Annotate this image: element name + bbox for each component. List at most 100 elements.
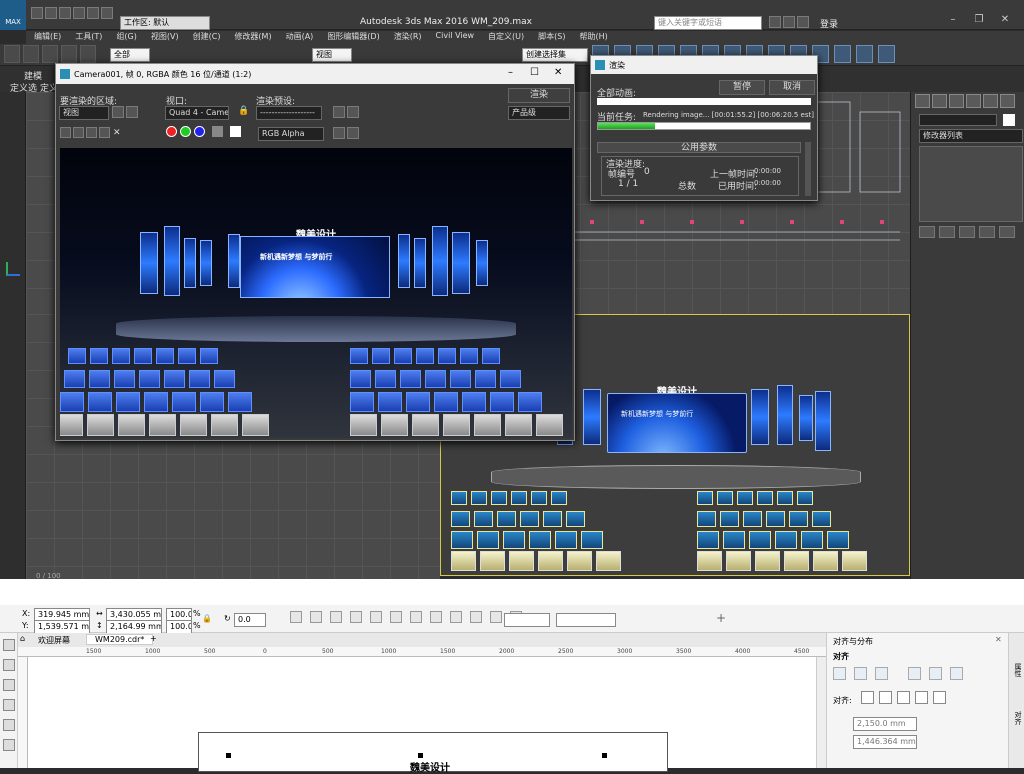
copy-image-icon[interactable] xyxy=(73,127,84,138)
menu-item[interactable]: 渲染(R) xyxy=(394,31,422,42)
cancel-button[interactable]: 取消 xyxy=(769,80,815,95)
selection-handle[interactable] xyxy=(226,753,231,758)
frame-minimize-icon[interactable]: – xyxy=(508,67,513,78)
render-button[interactable]: 渲染 xyxy=(508,88,570,103)
frame-close-icon[interactable]: ✕ xyxy=(554,67,562,78)
pause-button[interactable]: 暂停 xyxy=(719,80,765,95)
preset-select[interactable]: ------------------- xyxy=(256,106,322,120)
open-icon[interactable] xyxy=(45,7,57,19)
unique-icon[interactable] xyxy=(959,226,975,238)
minimize-icon[interactable]: – xyxy=(940,14,966,25)
angle-field[interactable]: 0.0 xyxy=(234,613,266,627)
clone-frame-icon[interactable] xyxy=(86,127,97,138)
dy-field[interactable]: 1,446.364 mm xyxy=(853,735,917,749)
bind-icon[interactable] xyxy=(80,45,96,63)
property-tool-icon[interactable] xyxy=(370,611,382,623)
menu-item[interactable]: 帮助(H) xyxy=(579,31,607,42)
workspace-select[interactable]: 工作区: 默认 xyxy=(120,16,210,30)
named-selection-set[interactable]: 创建选择集 xyxy=(522,48,588,62)
lock-ratio-icon[interactable]: 🔒 xyxy=(202,614,212,623)
dx-field[interactable]: 2,150.0 mm xyxy=(853,717,917,731)
new-icon[interactable] xyxy=(31,7,43,19)
remove-modifier-icon[interactable] xyxy=(979,226,995,238)
configure-icon[interactable] xyxy=(999,226,1015,238)
selection-handle[interactable] xyxy=(418,753,423,758)
red-channel-icon[interactable] xyxy=(166,126,177,137)
align-bottom-icon[interactable] xyxy=(950,667,963,680)
property-tool-icon[interactable] xyxy=(290,611,302,623)
viewport-select[interactable]: Quad 4 - Camera( xyxy=(165,106,229,120)
menu-item[interactable]: 视图(V) xyxy=(151,31,179,42)
property-tool-icon[interactable] xyxy=(490,611,502,623)
frame-maximize-icon[interactable]: ☐ xyxy=(530,67,539,78)
motion-tab-icon[interactable] xyxy=(966,94,981,108)
unlink-icon[interactable] xyxy=(61,45,77,63)
max-logo-button[interactable]: MAX xyxy=(0,0,26,30)
align-top-icon[interactable] xyxy=(908,667,921,680)
align-left-icon[interactable] xyxy=(833,667,846,680)
link-icon[interactable] xyxy=(42,45,58,63)
mono-icon[interactable] xyxy=(229,126,241,137)
menu-item[interactable]: 工具(T) xyxy=(75,31,102,42)
property-tool-icon[interactable] xyxy=(350,611,362,623)
page-center-icon[interactable] xyxy=(897,691,910,704)
y-field[interactable]: 1,539.571 mm xyxy=(34,620,90,634)
menu-item[interactable]: 脚本(S) xyxy=(538,31,565,42)
restore-icon[interactable]: ❐ xyxy=(966,14,992,25)
help-icon[interactable] xyxy=(797,16,809,28)
align-right-icon[interactable] xyxy=(875,667,888,680)
search-input[interactable]: 键入关键字或短语 xyxy=(654,16,762,30)
create-tab-icon[interactable] xyxy=(915,94,930,108)
environment-icon[interactable] xyxy=(347,106,359,118)
setup-icon[interactable] xyxy=(333,106,345,118)
clear-icon[interactable]: ✕ xyxy=(113,128,121,138)
modifier-list-select[interactable]: 修改器列表 xyxy=(919,129,1023,143)
menu-item[interactable]: 图形编辑器(D) xyxy=(327,31,379,42)
pick-tool-icon[interactable] xyxy=(3,639,15,651)
fit-icon[interactable] xyxy=(347,127,359,139)
green-channel-icon[interactable] xyxy=(179,126,191,137)
side-tab-align[interactable]: 对齐 xyxy=(1013,711,1023,725)
align-vcenter-icon[interactable] xyxy=(929,667,942,680)
toolbar-tool-icon[interactable] xyxy=(878,45,895,63)
grid-icon[interactable] xyxy=(915,691,928,704)
pin-stack-icon[interactable] xyxy=(919,226,935,238)
area-select[interactable]: 视图 xyxy=(59,106,109,120)
params-scrollbar[interactable] xyxy=(805,142,811,196)
specified-point-icon[interactable] xyxy=(933,691,946,704)
rectangle-tool-icon[interactable] xyxy=(3,739,15,751)
save-image-icon[interactable] xyxy=(60,127,71,138)
align-hcenter-icon[interactable] xyxy=(854,667,867,680)
lock-icon[interactable]: 🔒 xyxy=(238,106,249,116)
login-link[interactable]: 登录 xyxy=(820,17,838,30)
side-tab-properties[interactable]: 属性 xyxy=(1013,663,1023,677)
modify-tab-icon[interactable] xyxy=(932,94,947,108)
star-icon[interactable] xyxy=(783,16,795,28)
property-tool-icon[interactable] xyxy=(430,611,442,623)
blue-channel-icon[interactable] xyxy=(193,126,205,137)
object-color-swatch[interactable] xyxy=(1003,114,1015,126)
search-icon[interactable] xyxy=(769,16,781,28)
utilities-tab-icon[interactable] xyxy=(1000,94,1015,108)
save-icon[interactable] xyxy=(59,7,71,19)
property-tool-icon[interactable] xyxy=(330,611,342,623)
menu-item[interactable]: 组(G) xyxy=(116,31,136,42)
close-icon[interactable]: ✕ xyxy=(992,14,1018,25)
crop-tool-icon[interactable] xyxy=(3,679,15,691)
menu-item[interactable]: Civil View xyxy=(436,31,475,42)
auto-region-icon[interactable] xyxy=(126,106,138,118)
undo-icon[interactable] xyxy=(4,45,20,63)
docker-close-icon[interactable]: ✕ xyxy=(995,635,1002,644)
print-icon[interactable] xyxy=(99,127,110,138)
freehand-tool-icon[interactable] xyxy=(3,719,15,731)
toolbar-tool-icon[interactable] xyxy=(834,45,851,63)
alpha-channel-icon[interactable] xyxy=(211,126,223,137)
hierarchy-tab-icon[interactable] xyxy=(949,94,964,108)
home-icon[interactable]: ⌂ xyxy=(20,634,25,643)
display-tab-icon[interactable] xyxy=(983,94,998,108)
scale-y-field[interactable]: 100.0 xyxy=(166,620,192,634)
property-tool-icon[interactable] xyxy=(410,611,422,623)
selection-filter[interactable]: 全部 xyxy=(110,48,150,62)
vertical-scrollbar[interactable] xyxy=(816,657,826,768)
region-icon[interactable] xyxy=(112,106,124,118)
